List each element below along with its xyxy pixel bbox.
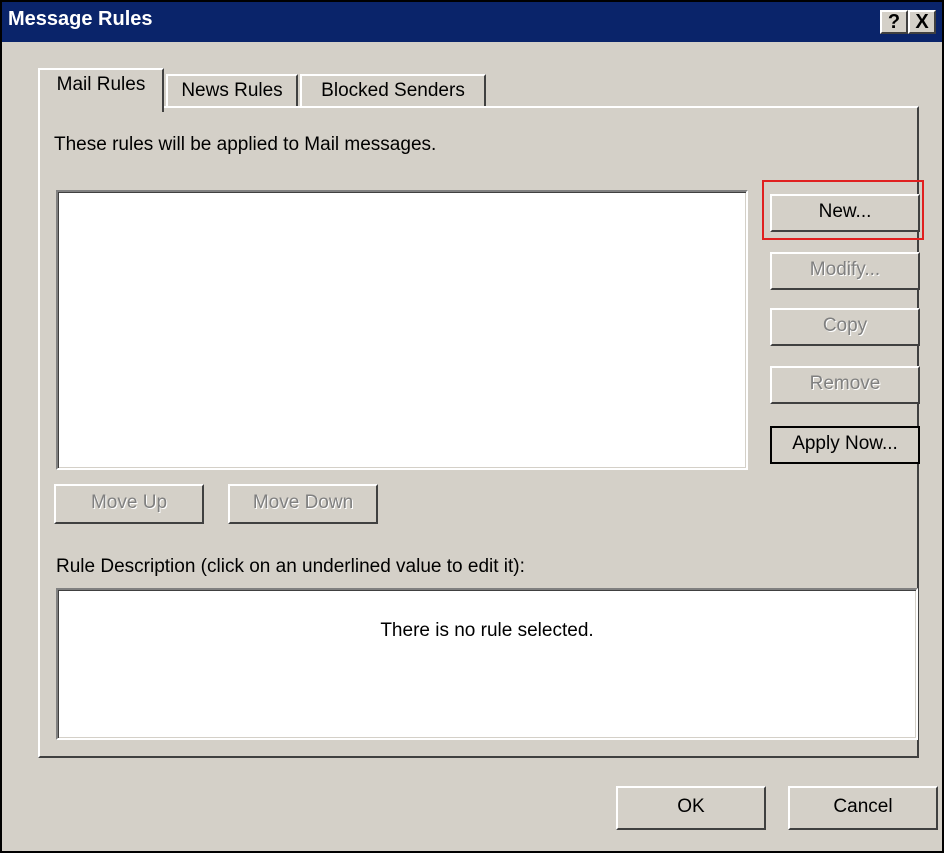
modify-rule-button[interactable]: Modify... [770,252,920,290]
tab-news-rules[interactable]: News Rules [166,74,298,108]
panel-intro-text: These rules will be applied to Mail mess… [54,134,437,155]
window-title: Message Rules [8,8,153,30]
title-bar[interactable]: Message Rules ? X [2,2,942,42]
apply-now-button[interactable]: Apply Now... [770,426,920,464]
move-down-button[interactable]: Move Down [228,484,378,524]
tab-blocked-senders[interactable]: Blocked Senders [300,74,486,108]
ok-button[interactable]: OK [616,786,766,830]
message-rules-dialog: Message Rules ? X Mail Rules News Rules … [0,0,944,853]
new-button-highlight [762,180,924,240]
rule-description-text: There is no rule selected. [380,620,594,641]
rule-description-label: Rule Description (click on an underlined… [56,556,525,577]
help-icon[interactable]: ? [880,10,908,34]
copy-rule-button[interactable]: Copy [770,308,920,346]
move-up-button[interactable]: Move Up [54,484,204,524]
tab-mail-rules[interactable]: Mail Rules [38,68,164,112]
mail-rules-panel: These rules will be applied to Mail mess… [38,106,924,758]
close-icon[interactable]: X [908,10,936,34]
rule-description-box[interactable]: There is no rule selected. [56,588,918,740]
remove-rule-button[interactable]: Remove [770,366,920,404]
rules-list[interactable] [56,190,748,470]
cancel-button[interactable]: Cancel [788,786,938,830]
